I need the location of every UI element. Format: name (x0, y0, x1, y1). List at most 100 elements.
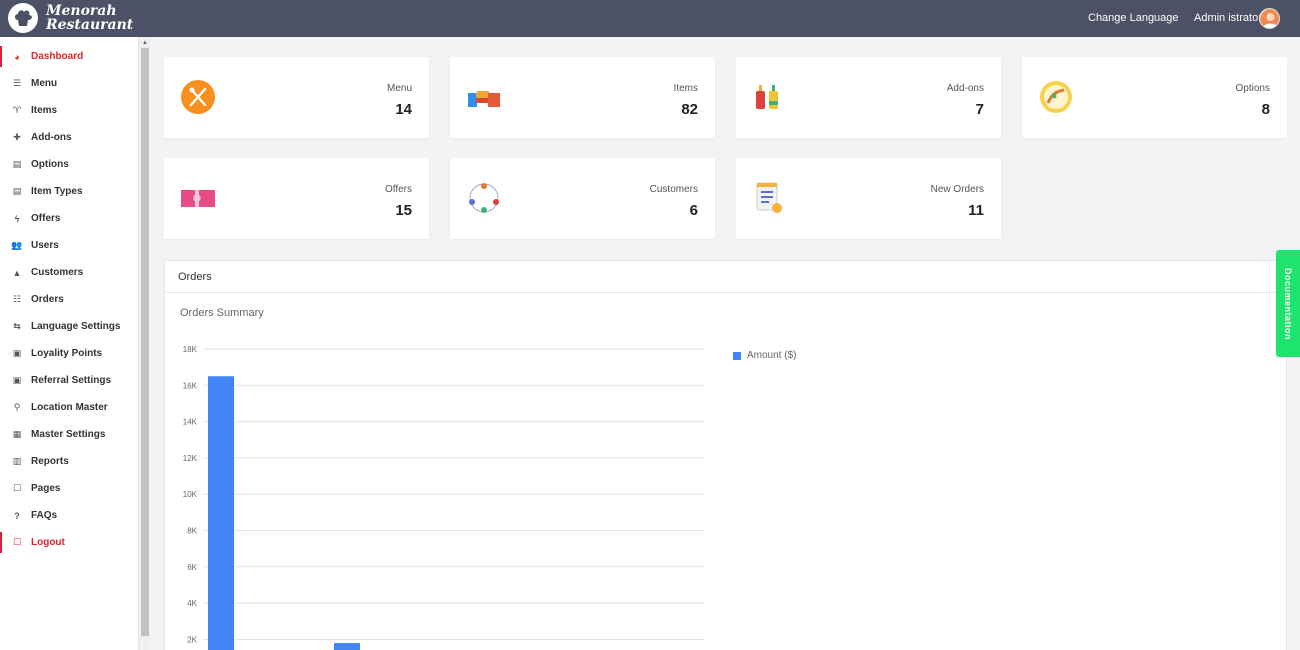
sidebar-item-users[interactable]: 👥 Users (0, 232, 138, 259)
avatar[interactable] (1259, 8, 1280, 29)
orders-bar-chart: 18K 16K 14K 12K 10K 8K 6K 4K 2K (183, 345, 705, 650)
sidebar-item-label: Dashboard (31, 51, 84, 62)
orders-panel: Orders Orders Summary 18K 16K 14K 12K 10K 8K 6… (164, 260, 1287, 650)
sidebar-item-pages[interactable]: ☐ Pages (0, 475, 138, 502)
sidebar-item-customers[interactable]: ▲ Customers (0, 259, 138, 286)
food-items-icon (466, 79, 502, 115)
sidebar-item-label: Reports (31, 456, 69, 467)
chart-bar[interactable] (208, 376, 234, 650)
chart-y-tick-label: 2K (187, 635, 197, 644)
chart-y-tick-label: 8K (187, 527, 197, 536)
sidebar-item-label: Logout (31, 537, 65, 548)
grid-icon: ▦ (12, 429, 22, 439)
stat-card-label: New Orders (930, 184, 984, 195)
sidebar-item-location-master[interactable]: ⚲ Location Master (0, 394, 138, 421)
dashboard-icon: ◕ (14, 51, 20, 62)
stat-card-label: Add-ons (946, 83, 984, 94)
sidebar-item-referral-settings[interactable]: ▣ Referral Settings (0, 367, 138, 394)
sidebar-item-faqs[interactable]: ? FAQs (0, 502, 138, 529)
sidebar-item-items[interactable]: ♈ Items (0, 97, 138, 124)
bolt-icon: ϟ (14, 213, 20, 224)
logo[interactable]: Menorah Restaurant (8, 3, 133, 33)
sidebar-item-orders[interactable]: ☷ Orders (0, 286, 138, 313)
sidebar-item-menu[interactable]: ☰ Menu (0, 70, 138, 97)
users-icon: 👥 (11, 240, 23, 250)
scroll-up-arrow-icon[interactable]: ▲ (141, 40, 149, 46)
sidebar: ◕ Dashboard ☰ Menu ♈ Items ✚ Add-ons ▤ Options ▤ It… (0, 37, 139, 650)
sidebar-item-dashboard[interactable]: ◕ Dashboard (0, 43, 138, 70)
customers-network-icon (466, 180, 502, 216)
stat-card-options[interactable]: Options 8 (1022, 57, 1287, 138)
list-icon: ▤ (12, 159, 22, 169)
logo-line1: Menorah (46, 3, 117, 19)
sidebar-item-label: Users (31, 240, 59, 251)
chart-legend[interactable]: Amount ($) (733, 350, 796, 361)
stat-card-value: 6 (689, 202, 698, 219)
stat-card-value: 15 (395, 202, 412, 219)
sidebar-item-reports[interactable]: ▥ Reports (0, 448, 138, 475)
stat-card-value: 82 (681, 101, 698, 118)
stat-card-items[interactable]: Items 82 (450, 57, 715, 138)
sidebar-item-label: Location Master (31, 402, 108, 413)
chart-y-tick-label: 6K (187, 563, 197, 572)
chart-y-tick-label: 4K (187, 599, 197, 608)
bar-chart-icon: ▥ (12, 456, 22, 466)
map-marker-icon: ⚲ (13, 402, 21, 412)
sidebar-item-loyality-points[interactable]: ▣ Loyality Points (0, 340, 138, 367)
legend-label: Amount ($) (747, 350, 797, 361)
sidebar-item-label: Options (31, 159, 69, 170)
sidebar-item-label: Item Types (31, 186, 83, 197)
sidebar-item-label: FAQs (31, 510, 58, 521)
chart-y-tick-label: 16K (183, 381, 198, 390)
list-lines-icon: ☷ (12, 294, 22, 304)
sidebar-item-logout[interactable]: ☐ Logout (0, 529, 138, 556)
stat-card-value: 11 (968, 202, 984, 219)
stat-card-customers[interactable]: Customers 6 (450, 158, 715, 239)
stat-card-value: 7 (975, 101, 984, 118)
stat-card-new-orders[interactable]: New Orders 11 (736, 158, 1001, 239)
sidebar-item-label: Menu (31, 78, 58, 89)
sidebar-item-language-settings[interactable]: ⇆ Language Settings (0, 313, 138, 340)
sidebar-item-label: Add-ons (31, 132, 72, 143)
stat-card-label: Options (1235, 83, 1270, 94)
sidebar-item-offers[interactable]: ϟ Offers (0, 205, 138, 232)
documentation-tab[interactable]: Documentation (1276, 250, 1300, 357)
translate-icon: ⇆ (13, 321, 21, 331)
chart-y-tick-label: 10K (183, 490, 198, 499)
plus-icon: ✚ (13, 132, 21, 142)
stat-card-label: Menu (386, 83, 412, 94)
sidebar-item-item-types[interactable]: ▤ Item Types (0, 178, 138, 205)
chart-y-tick-label: 18K (183, 345, 198, 354)
logout-icon: ☐ (12, 537, 22, 547)
stat-card-offers[interactable]: Offers 15 (164, 158, 429, 239)
gift-icon: ▣ (12, 375, 22, 385)
chart-bar[interactable] (334, 643, 360, 650)
sidebar-item-label: Pages (31, 483, 61, 494)
sidebar-scroll-thumb[interactable] (141, 48, 149, 636)
gift-icon: ▣ (12, 348, 22, 358)
question-icon: ? (14, 510, 20, 521)
chart-y-tick-label: 12K (183, 454, 198, 463)
chart-y-tick-label: 14K (183, 418, 198, 427)
sidebar-item-label: Referral Settings (31, 375, 112, 386)
change-language-link[interactable]: Change Language (1088, 12, 1179, 24)
sidebar-item-options[interactable]: ▤ Options (0, 151, 138, 178)
sidebar-item-add-ons[interactable]: ✚ Add-ons (0, 124, 138, 151)
order-list-icon (752, 180, 788, 216)
legend-swatch (733, 351, 741, 360)
orders-summary-title: Orders Summary (180, 307, 264, 319)
cutlery-icon: ♈ (12, 105, 22, 115)
sauce-bottles-icon (752, 79, 788, 115)
sidebar-item-master-settings[interactable]: ▦ Master Settings (0, 421, 138, 448)
list-icon: ▤ (12, 186, 22, 196)
orders-panel-title: Orders (165, 261, 1286, 293)
user-name[interactable]: Admin istrator (1194, 12, 1262, 24)
sidebar-item-label: Offers (31, 213, 61, 224)
stat-card-menu[interactable]: Menu 14 (164, 57, 429, 138)
chef-hat-icon (8, 3, 38, 33)
sidebar-item-label: Loyality Points (31, 348, 103, 359)
menu-bars-icon: ☰ (12, 78, 22, 88)
square-icon: ☐ (12, 483, 22, 493)
sidebar-item-label: Items (31, 105, 58, 116)
stat-card-add-ons[interactable]: Add-ons 7 (736, 57, 1001, 138)
